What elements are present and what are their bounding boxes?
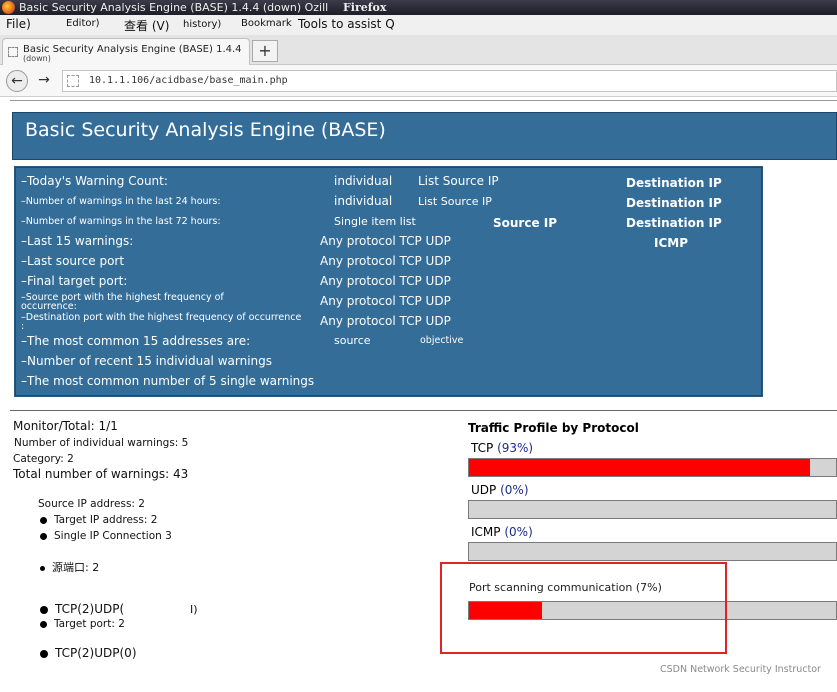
bullet-icon [40,649,48,658]
udp-percent: (0%) [500,483,529,497]
window-title: Basic Security Analysis Engine (BASE) 1.… [19,1,329,14]
link-72h-single-list[interactable]: Single item list [334,215,416,228]
link-72h-source-ip[interactable]: Source IP [493,216,557,230]
category-link[interactable]: Category: 2 [13,453,74,465]
summary-panel: –Today's Warning Count: individual List … [14,166,763,397]
page-title: Basic Security Analysis Engine (BASE) [25,119,386,141]
bullet-icon [40,605,48,614]
menu-bookmarks[interactable]: Bookmark [241,18,292,29]
tab-strip: Basic Security Analysis Engine (BASE) 1.… [0,35,837,65]
link-24h-individual[interactable]: individual [334,194,392,208]
menu-tools[interactable]: Tools to assist Q [298,17,395,31]
link-common-5-single[interactable]: –The most common number of 5 single warn… [21,374,314,388]
browser-brand: Firefox [343,1,387,14]
udp-label: UDP (0%) [471,483,529,497]
back-arrow-icon[interactable]: ← [6,70,28,92]
panel-label-common-addresses: –The most common 15 addresses are: [21,334,251,348]
link-common-source[interactable]: source [334,334,371,347]
bullet-icon [40,516,47,524]
panel-label-72h: –Number of warnings in the last 72 hours… [21,216,221,227]
menu-edit[interactable]: Editor) [66,18,100,29]
highlight-box [440,562,727,654]
tab-base[interactable]: Basic Security Analysis Engine (BASE) 1.… [2,38,250,65]
panel-label-24h: –Number of warnings in the last 24 hours… [21,196,221,207]
tcp-label: TCP (93%) [471,441,533,455]
icmp-name: ICMP [471,525,501,539]
tcpudp-item-1: TCP(2)UDP( [40,602,124,616]
tcpudp-item-2: TCP(2)UDP(0) [40,646,137,660]
panel-label-today: –Today's Warning Count: [21,174,168,188]
monitor-total: Monitor/Total: 1/1 [13,419,118,433]
link-freq-dest-port-protocols[interactable]: Any protocol TCP UDP [320,314,451,328]
icmp-label: ICMP (0%) [471,525,533,539]
page-banner: Basic Security Analysis Engine (BASE) [12,112,837,160]
link-last15-protocols[interactable]: Any protocol TCP UDP [320,234,451,248]
bullet-icon [40,532,47,540]
new-tab-button[interactable]: + [252,40,278,62]
bullet-icon [40,565,45,571]
single-ip-connection-link[interactable]: Single IP Connection 3 [54,530,172,542]
link-24h-source-ip[interactable]: List Source IP [418,195,492,208]
panel-label-freq-dest-port-cont: : [21,321,25,332]
menu-view[interactable]: 查看 (V) [124,17,169,34]
panel-label-final-target-port: –Final target port: [21,274,128,288]
link-today-source-ip[interactable]: List Source IP [418,174,499,188]
link-today-destination-ip[interactable]: Destination IP [626,176,722,190]
page-content: Basic Security Analysis Engine (BASE) –T… [0,97,837,692]
panel-label-freq-dest-port: –Destination port with the highest frequ… [21,312,302,323]
bullet-icon [40,620,47,628]
link-final-target-port-protocols[interactable]: Any protocol TCP UDP [320,274,451,288]
tab-subtitle: (down) [23,54,51,63]
url-text: 10.1.1.106/acidbase/base_main.php [89,75,288,86]
tcpudp-link-2[interactable]: TCP(2)UDP(0) [55,646,137,660]
tcp-percent: (93%) [497,441,534,455]
tcp-bar-fill [469,459,811,476]
link-72h-destination-ip[interactable]: Destination IP [626,216,722,230]
menu-file[interactable]: File) [6,17,31,31]
panel-label-last-source-port: –Last source port [21,254,125,268]
udp-name: UDP [471,483,497,497]
top-divider [10,100,837,101]
tcpudp-tail-1: I) [190,603,198,616]
source-port-item: 源端口: 2 [40,559,99,575]
total-warnings-link[interactable]: Total number of warnings: 43 [13,467,188,481]
link-common-objective[interactable]: objective [420,335,463,346]
panel-label-freq-source-port-cont: occurrence: [21,301,77,312]
icmp-bar [468,542,837,561]
link-today-individual[interactable]: individual [334,174,392,188]
address-bar[interactable]: 10.1.1.106/acidbase/base_main.php [62,70,837,92]
page-favicon-icon [8,47,18,57]
watermark: CSDN Network Security Instructor [660,664,821,675]
site-identity-icon [67,75,79,87]
window-titlebar: Basic Security Analysis Engine (BASE) 1.… [0,0,837,15]
source-port-value-link[interactable]: 2 [92,561,99,574]
link-freq-source-port-protocols[interactable]: Any protocol TCP UDP [320,294,451,308]
source-ip-link[interactable]: Source IP address: 2 [38,498,145,510]
navigation-bar: ← → 10.1.1.106/acidbase/base_main.php [0,65,837,97]
mid-divider [10,410,837,411]
individual-warnings-link[interactable]: Number of individual warnings: 5 [14,437,188,449]
firefox-icon [2,1,15,14]
tcp-bar [468,458,837,477]
link-24h-destination-ip[interactable]: Destination IP [626,196,722,210]
single-ip-item: Single IP Connection 3 [40,530,172,542]
tcp-name: TCP [471,441,494,455]
link-recent-15-individual[interactable]: –Number of recent 15 individual warnings [21,354,272,368]
panel-label-last15: –Last 15 warnings: [21,234,134,248]
icmp-percent: (0%) [504,525,533,539]
source-port-label: 源端口: [52,561,89,574]
target-ip-link[interactable]: Target IP address: 2 [54,514,157,526]
forward-arrow-icon[interactable]: → [34,70,54,92]
link-last15-icmp[interactable]: ICMP [654,236,688,250]
menu-bar: File) Editor) 查看 (V) history) Bookmark T… [0,15,837,35]
udp-bar [468,500,837,519]
link-last-source-port-protocols[interactable]: Any protocol TCP UDP [320,254,451,268]
target-ip-item: Target IP address: 2 [40,514,157,526]
target-port-item: Target port: 2 [40,618,125,630]
tab-title: Basic Security Analysis Engine (BASE) 1.… [23,44,242,55]
target-port-link[interactable]: Target port: 2 [54,618,125,630]
menu-history[interactable]: history) [183,19,221,30]
tcpudp-link-1[interactable]: TCP(2)UDP( [55,602,124,616]
traffic-profile-title: Traffic Profile by Protocol [468,421,639,435]
